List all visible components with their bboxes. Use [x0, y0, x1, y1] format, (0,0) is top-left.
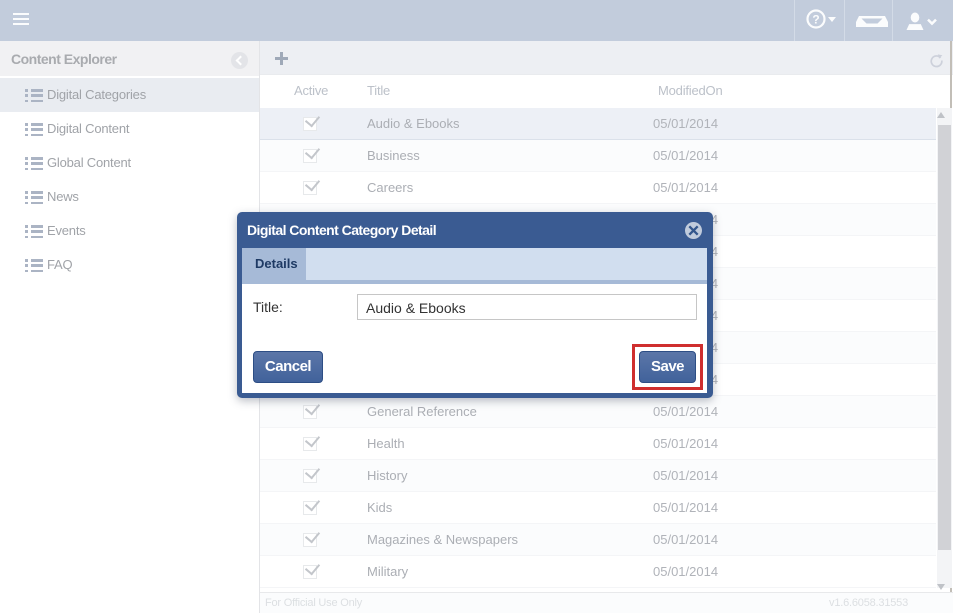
svg-text:?: ? [812, 13, 819, 27]
